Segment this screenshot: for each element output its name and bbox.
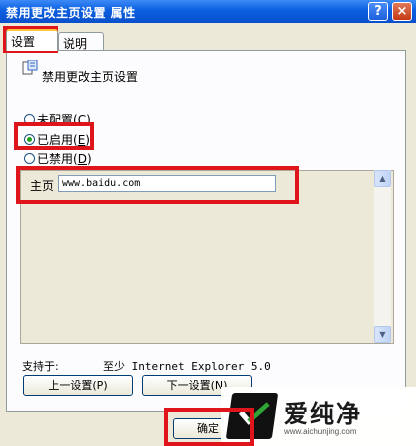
radio-enabled[interactable]: 已启用(E) xyxy=(24,131,90,148)
title-bar: 禁用更改主页设置 属性 ? × xyxy=(0,0,416,23)
homepage-label: 主页 xyxy=(30,179,55,193)
homepage-input[interactable] xyxy=(58,175,276,192)
close-button[interactable]: × xyxy=(392,2,412,21)
help-button[interactable]: ? xyxy=(368,2,388,21)
scroll-down-icon[interactable]: ▼ xyxy=(374,326,391,343)
radio-label: 已启用 xyxy=(37,133,74,147)
radio-label: 已禁用 xyxy=(37,152,74,166)
previous-setting-button[interactable]: 上一设置(P) xyxy=(23,375,133,396)
radio-not-configured[interactable]: 未配置(C) xyxy=(24,111,91,128)
radio-key: E xyxy=(77,132,86,147)
radio-circle-checked xyxy=(24,134,35,145)
tab-explain-label: 说明 xyxy=(63,37,88,51)
tab-settings-label: 设置 xyxy=(11,35,36,49)
setting-name: 禁用更改主页设置 xyxy=(42,70,139,84)
radio-key: D xyxy=(77,151,87,166)
radio-key: C xyxy=(77,112,87,127)
watermark-text: 爱纯净 xyxy=(284,400,362,428)
watermark-url: www.aichunjing.com xyxy=(284,427,357,436)
options-area xyxy=(20,170,394,344)
tab-settings[interactable]: 设置 xyxy=(6,29,58,51)
radio-circle xyxy=(24,153,35,164)
radio-label: 未配置 xyxy=(37,113,74,127)
supports-value: 至少 Internet Explorer 5.0 xyxy=(103,360,271,373)
supports-label: 支持于: xyxy=(22,360,59,373)
policy-setting-icon xyxy=(22,60,38,75)
scroll-up-icon[interactable]: ▲ xyxy=(374,170,391,187)
watermark-logo-icon xyxy=(225,393,279,439)
options-scrollbar[interactable]: ▲ ▼ xyxy=(374,170,391,343)
radio-circle xyxy=(24,114,35,125)
tab-explain[interactable]: 说明 xyxy=(58,32,104,52)
window-title: 禁用更改主页设置 属性 xyxy=(6,6,136,20)
radio-disabled[interactable]: 已禁用(D) xyxy=(24,150,92,167)
